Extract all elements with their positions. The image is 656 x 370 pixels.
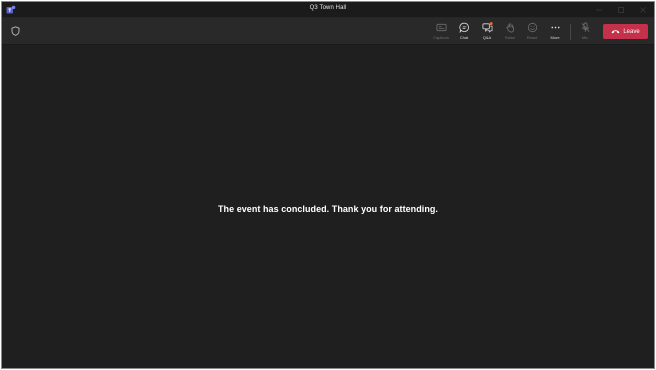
raise-hand-button[interactable]: Raise [499,21,521,43]
react-button[interactable]: React [521,21,543,43]
window-controls [588,2,654,18]
mic-icon [581,22,589,32]
captions-icon [436,23,446,32]
more-label: More [550,35,560,40]
minimize-icon [596,9,602,11]
more-button[interactable]: More [544,21,566,43]
chat-label: Chat [459,35,469,40]
leave-label: Leave [623,28,640,35]
react-icon [527,22,537,33]
mic-button[interactable]: Mic [574,21,596,43]
react-label: React [526,35,538,40]
maximize-button[interactable] [610,2,632,18]
meeting-window: Q3 Town Hall Captions Chat Q&A Raise Rea… [1,1,655,369]
captions-button[interactable]: Captions [430,21,452,43]
mic-label: Mic [581,35,589,40]
raise-hand-icon [505,23,514,33]
meeting-toolbar: Captions Chat Q&A Raise React More Mic L… [2,18,654,45]
raise-label: Raise [504,35,516,40]
captions-label: Captions [433,35,449,40]
maximize-icon [618,7,624,13]
qna-icon [482,22,493,33]
meeting-stage: The event has concluded. Thank you for a… [2,45,654,368]
event-ended-message: The event has concluded. Thank you for a… [218,204,438,214]
close-button[interactable] [632,2,654,18]
close-icon [640,7,646,13]
chat-icon [458,22,469,33]
minimize-button[interactable] [588,2,610,18]
chat-button[interactable]: Chat [453,21,475,43]
toolbar-divider [570,24,571,40]
shield-icon[interactable] [11,26,20,36]
hang-up-icon [611,30,620,34]
window-title: Q3 Town Hall [309,5,347,11]
leave-button[interactable]: Leave [603,24,648,39]
more-icon [550,26,560,29]
qna-label: Q&A [482,35,492,40]
qna-button[interactable]: Q&A [476,21,498,43]
title-bar: Q3 Town Hall [2,2,654,18]
